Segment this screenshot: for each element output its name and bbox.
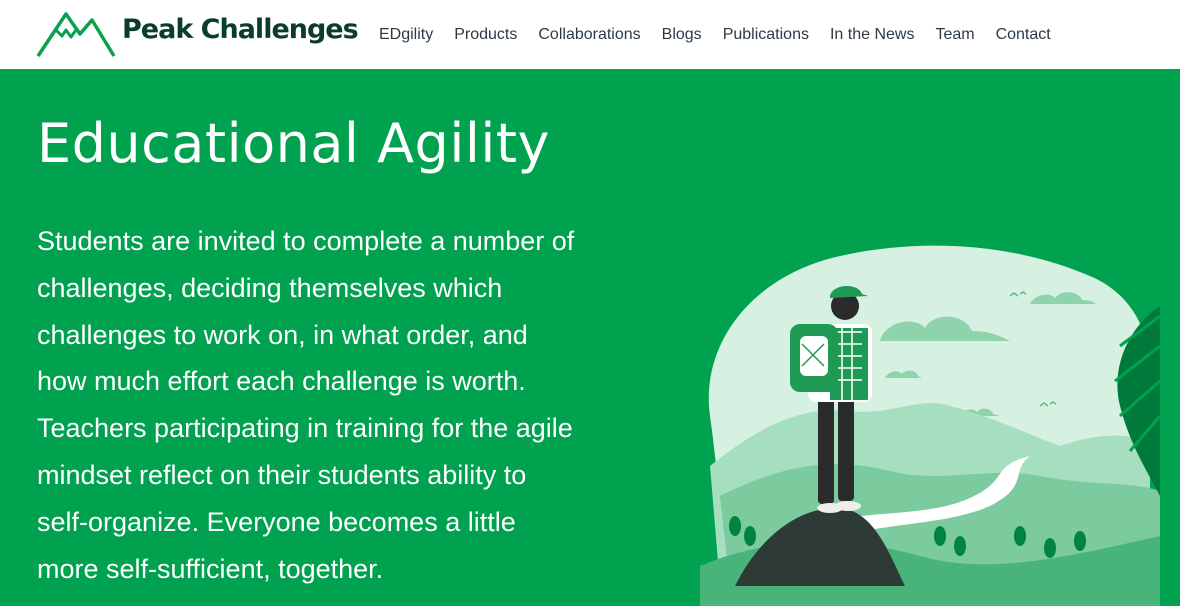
nav-item-contact[interactable]: Contact	[996, 26, 1051, 44]
nav-item-team[interactable]: Team	[935, 26, 974, 44]
hiker-on-mountain-illustration	[700, 245, 1162, 606]
hero-line: how much effort each challenge is worth.	[37, 366, 526, 397]
hero-line: challenges, deciding themselves which	[37, 272, 503, 303]
brand-name[interactable]: Peak Challenges	[122, 14, 359, 45]
main-nav: EDgility Products Collaborations Blogs P…	[379, 0, 1072, 69]
mountain-logo-icon[interactable]	[36, 10, 116, 58]
hero-line: challenges to work on, in what order, an…	[37, 319, 528, 350]
hero-line: Students are invited to complete a numbe…	[37, 226, 575, 256]
nav-item-edgility[interactable]: EDgility	[379, 26, 433, 44]
nav-item-publications[interactable]: Publications	[723, 26, 809, 44]
top-navigation-bar: Peak Challenges EDgility Products Collab…	[0, 0, 1180, 69]
hero-title: Educational Agility	[37, 112, 550, 175]
nav-item-collaborations[interactable]: Collaborations	[538, 26, 640, 44]
nav-item-blogs[interactable]: Blogs	[662, 26, 702, 44]
hero-description: Students are invited to complete a numbe…	[37, 218, 637, 592]
hero-line: mindset reflect on their students abilit…	[37, 459, 527, 490]
nav-item-in-the-news[interactable]: In the News	[830, 26, 914, 44]
hero-line: Teachers participating in training for t…	[37, 413, 573, 444]
hero-line: self-organize. Everyone becomes a little	[37, 506, 516, 537]
hero-line: more self-sufficient, together.	[37, 553, 384, 584]
nav-item-products[interactable]: Products	[454, 26, 517, 44]
